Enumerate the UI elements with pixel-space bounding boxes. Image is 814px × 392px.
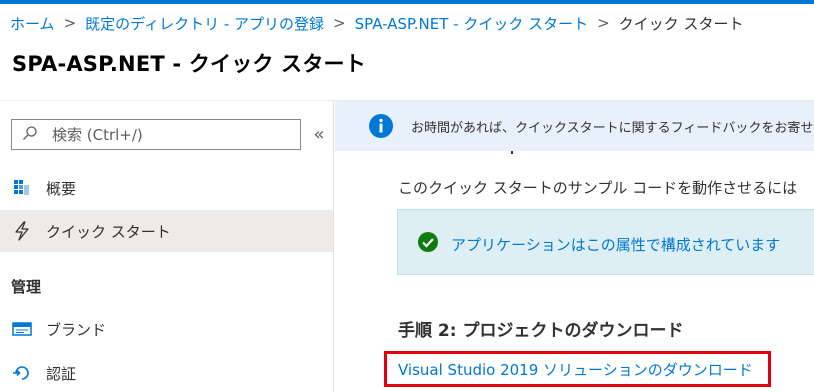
sidebar-item-label: クイック スタート (46, 222, 171, 241)
info-icon (369, 114, 393, 138)
step-heading: 手順 2: プロジェクトのダウンロード (398, 321, 684, 341)
overview-grid-icon (12, 178, 32, 198)
auth-icon (12, 363, 32, 383)
search-input[interactable] (52, 125, 282, 144)
sidebar-item-overview[interactable]: 概要 (0, 167, 333, 209)
collapse-sidebar-button[interactable]: « (310, 124, 328, 145)
feedback-text: お時間があれば、クイックスタートに関するフィードバックをお寄せください (411, 121, 814, 136)
scroll-indicator (511, 151, 513, 154)
breadcrumb-current: クイック スタート (618, 14, 744, 33)
sidebar: « 概要 クイック スタート 管理 ブランド 認証 (0, 101, 334, 392)
sidebar-item-label: 認証 (46, 364, 77, 383)
sidebar-item-branding[interactable]: ブランド (0, 308, 333, 350)
breadcrumb-app[interactable]: SPA-ASP.NET - クイック スタート (355, 13, 588, 34)
branding-icon (12, 319, 32, 339)
breadcrumb-separator: > (63, 14, 77, 32)
breadcrumb: ホーム > 既定のディレクトリ - アプリの登録 > SPA-ASP.NET -… (10, 10, 743, 36)
sidebar-item-label: ブランド (46, 320, 107, 339)
intro-text: このクイック スタートのサンプル コードを動作させるには (398, 179, 798, 197)
search-icon (22, 125, 38, 145)
sidebar-item-label: 概要 (46, 179, 77, 198)
lightning-icon (12, 221, 32, 241)
success-notice: アプリケーションはこの属性で構成されています (397, 209, 814, 275)
page-title: SPA-ASP.NET - クイック スタート (12, 52, 366, 76)
sidebar-item-quickstart[interactable]: クイック スタート (0, 210, 333, 252)
top-accent-bar (0, 0, 814, 4)
main-content: お時間があれば、クイックスタートに関するフィードバックをお寄せください このクイ… (335, 101, 814, 392)
check-circle-icon (418, 232, 438, 252)
success-text: アプリケーションはこの属性で構成されています (451, 236, 781, 254)
breadcrumb-separator: > (597, 14, 610, 32)
section-header-manage: 管理 (11, 278, 42, 296)
breadcrumb-app-registrations[interactable]: 既定のディレクトリ - アプリの登録 (85, 13, 324, 34)
sidebar-item-authentication[interactable]: 認証 (0, 352, 333, 392)
breadcrumb-separator: > (333, 14, 346, 32)
breadcrumb-home[interactable]: ホーム (10, 13, 55, 34)
download-solution-link[interactable]: Visual Studio 2019 ソリューションのダウンロード (384, 351, 771, 387)
feedback-banner[interactable]: お時間があれば、クイックスタートに関するフィードバックをお寄せください (335, 101, 814, 151)
search-box[interactable] (11, 119, 301, 150)
